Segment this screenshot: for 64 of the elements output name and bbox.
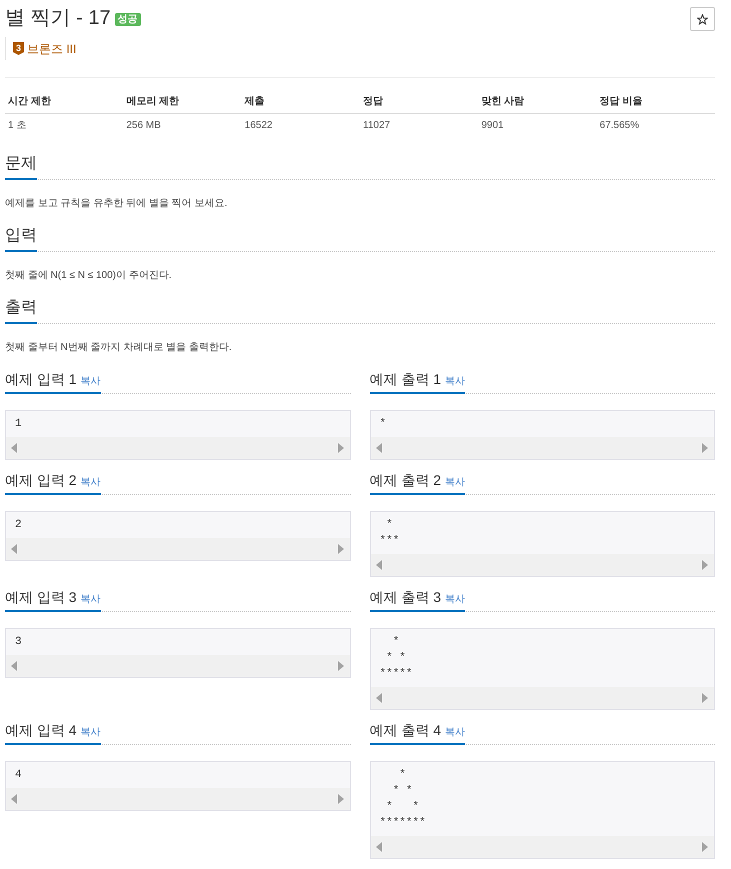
- copy-link[interactable]: 복사: [445, 374, 466, 388]
- caret-right-icon[interactable]: [338, 794, 344, 804]
- horizontal-scrollbar[interactable]: [370, 836, 714, 858]
- column-header: 정답: [360, 90, 478, 114]
- copy-link[interactable]: 복사: [80, 374, 101, 388]
- sample-heading: 예제 입력 4: [5, 721, 77, 739]
- table-cell-text: 9901: [480, 119, 505, 133]
- column-header: 메모리 제한: [123, 90, 242, 114]
- column-header: 정답 비율: [596, 90, 715, 114]
- sample-heading: 예제 입력 2: [5, 471, 77, 489]
- copy-link[interactable]: 복사: [445, 725, 466, 739]
- section-heading: 문제: [5, 154, 37, 180]
- section-heading: 출력: [5, 298, 37, 324]
- caret-left-icon[interactable]: [376, 443, 382, 453]
- column-header: 시간 제한: [5, 90, 124, 114]
- table-cell-text: 1 초: [7, 119, 28, 133]
- sample-heading: 예제 출력 3: [370, 588, 442, 606]
- sample-heading: 예제 출력 4: [370, 721, 442, 739]
- section-text: 첫째 줄에 N(1 ≤ N ≤ 100)이 주어진다.: [5, 269, 173, 283]
- sample-heading: 예제 출력 2: [370, 471, 442, 489]
- caret-right-icon[interactable]: [702, 842, 708, 852]
- caret-right-icon[interactable]: [702, 560, 708, 570]
- problem-title: 별 찍기 - 17: [5, 6, 111, 30]
- table-cell-text: 67.565%: [598, 119, 640, 133]
- caret-left-icon[interactable]: [376, 693, 382, 703]
- section-heading: 입력: [5, 226, 37, 252]
- caret-left-icon[interactable]: [11, 443, 17, 453]
- horizontal-scrollbar[interactable]: [6, 437, 350, 459]
- copy-link[interactable]: 복사: [80, 725, 101, 739]
- caret-left-icon[interactable]: [11, 661, 17, 671]
- horizontal-scrollbar[interactable]: [370, 687, 714, 709]
- sample-heading: 예제 입력 3: [5, 588, 77, 606]
- tier-label[interactable]: 브론즈 III: [27, 42, 76, 56]
- column-header: 맞힌 사람: [478, 90, 597, 114]
- star-icon: [697, 14, 708, 24]
- caret-left-icon[interactable]: [11, 794, 17, 804]
- table-cell-text: 16522: [244, 119, 274, 133]
- copy-link[interactable]: 복사: [445, 475, 466, 489]
- result-badge: 성공: [114, 13, 141, 26]
- copy-link[interactable]: 복사: [445, 592, 466, 606]
- copy-link[interactable]: 복사: [80, 592, 101, 606]
- horizontal-scrollbar[interactable]: [6, 655, 350, 677]
- favorite-button[interactable]: [690, 7, 715, 31]
- column-header: 제출: [242, 90, 360, 114]
- caret-right-icon[interactable]: [702, 693, 708, 703]
- sample-heading: 예제 입력 1: [5, 370, 77, 388]
- caret-right-icon[interactable]: [338, 544, 344, 554]
- caret-right-icon[interactable]: [702, 443, 708, 453]
- section-text: 첫째 줄부터 N번째 줄까지 차례대로 별을 출력한다.: [5, 341, 233, 355]
- horizontal-scrollbar[interactable]: [6, 788, 350, 810]
- horizontal-scrollbar[interactable]: [6, 538, 350, 560]
- table-cell-text: 11027: [362, 119, 392, 133]
- horizontal-scrollbar[interactable]: [370, 437, 714, 459]
- caret-left-icon[interactable]: [11, 544, 17, 554]
- caret-right-icon[interactable]: [338, 661, 344, 671]
- horizontal-scrollbar[interactable]: [370, 554, 714, 576]
- caret-left-icon[interactable]: [376, 560, 382, 570]
- tier-emblem: 3: [13, 42, 24, 55]
- caret-right-icon[interactable]: [338, 443, 344, 453]
- section-text: 예제를 보고 규칙을 유추한 뒤에 별을 찍어 보세요.: [5, 197, 228, 211]
- caret-left-icon[interactable]: [376, 842, 382, 852]
- sample-heading: 예제 출력 1: [370, 370, 442, 388]
- table-cell-text: 256 MB: [125, 119, 162, 133]
- copy-link[interactable]: 복사: [80, 475, 101, 489]
